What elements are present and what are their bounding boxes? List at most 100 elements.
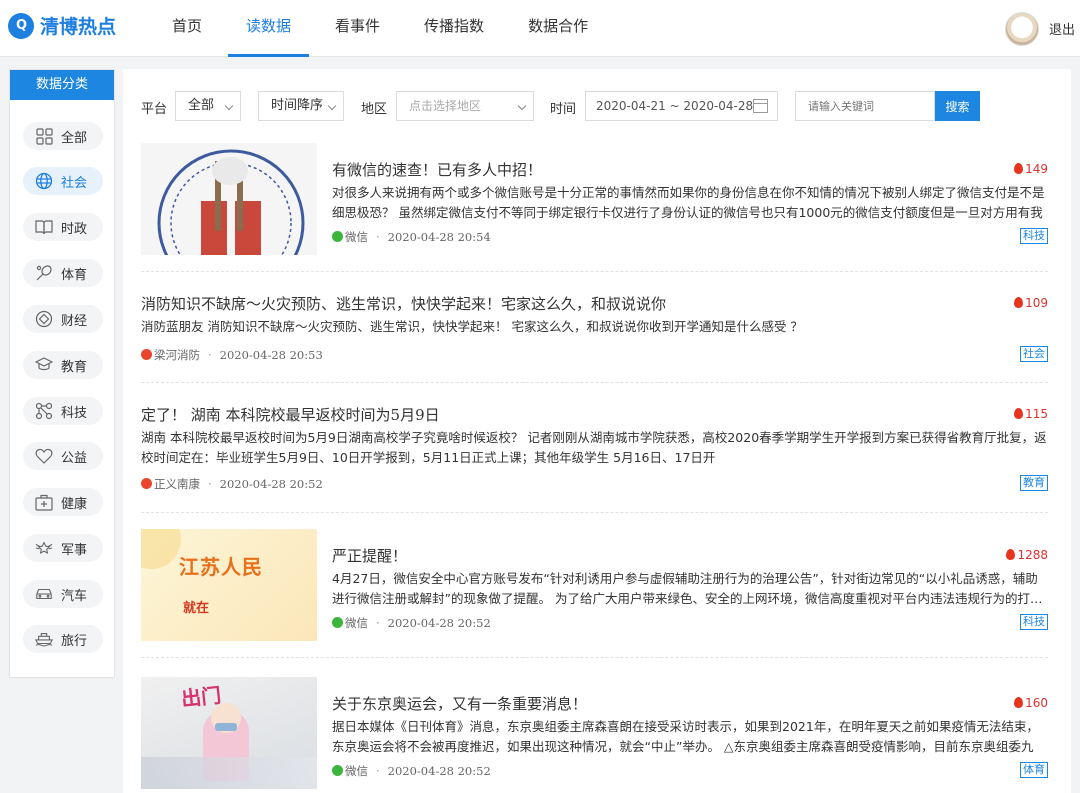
sidebar-item-label: 体育 (61, 267, 88, 283)
sidebar-item-charity[interactable]: 公益 (23, 442, 103, 470)
thumbnail-caption: 就在 (183, 601, 210, 616)
article-title[interactable]: 有微信的速查！已有多人中招！ (332, 159, 542, 180)
sidebar-item-health[interactable]: 健康 (23, 488, 103, 516)
sidebar-item-label: 时政 (61, 221, 88, 237)
article-summary: 对很多人来说拥有两个或多个微信账号是十分正常的事情然而如果你的身份信息在你不知情… (332, 185, 1045, 220)
weibo-icon (141, 478, 152, 489)
article-summary: 湖南 本科院校最早返校时间为5月9日湖南高校学子究竟啥时候返校？ 记者刚刚从湖南… (141, 430, 1047, 465)
sidebar-item-label: 健康 (61, 496, 88, 512)
nav-home[interactable]: 首页 (150, 0, 224, 57)
platform-select[interactable]: 全部 (175, 91, 241, 121)
sidebar-item-label: 科技 (61, 405, 88, 421)
thumbnail-caption: 江苏人民 (179, 555, 263, 579)
logout-link[interactable]: 退出 (1049, 19, 1075, 38)
meta-separator: · (376, 764, 380, 778)
sidebar-item-label: 财经 (61, 313, 88, 329)
medical-kit-icon (35, 493, 53, 511)
article-item[interactable]: 定了！ 湖南 本科院校最早返校时间为5月9日 115 湖南 本科院校最早返校时间… (141, 402, 1048, 502)
flame-icon (1006, 549, 1016, 560)
region-select[interactable]: 点击选择地区 (396, 91, 534, 121)
platform-label: 平台 (141, 102, 168, 117)
search-button[interactable]: 搜索 (935, 91, 980, 121)
article-title[interactable]: 关于东京奥运会，又有一条重要消息！ (332, 693, 587, 714)
sidebar-item-label: 全部 (61, 130, 88, 146)
article-source[interactable]: 微信 (345, 616, 368, 630)
nav-spread-index[interactable]: 传播指数 (402, 0, 506, 57)
racket-icon (35, 264, 53, 282)
chevron-down-icon (517, 101, 527, 111)
flame-icon (1014, 297, 1024, 308)
category-tag[interactable]: 科技 (1020, 614, 1048, 630)
military-badge-icon (35, 539, 53, 557)
article-source[interactable]: 微信 (345, 230, 368, 244)
sidebar-item-military[interactable]: 军事 (23, 534, 103, 562)
book-icon (35, 218, 53, 236)
article-thumbnail[interactable] (141, 143, 317, 255)
avatar[interactable] (1005, 12, 1039, 46)
heat-value: 109 (1025, 296, 1048, 310)
article-time: 2020-04-28 20:52 (219, 477, 323, 491)
sidebar-item-label: 社会 (61, 175, 88, 191)
category-tag[interactable]: 社会 (1020, 346, 1048, 362)
meta-separator: · (208, 477, 212, 491)
platform-select-value: 全部 (188, 98, 215, 113)
article-item[interactable]: 江苏人民 就在 严正提醒！ 1288 4月27日，微信安全中心官方账号发布“针对… (141, 529, 1048, 641)
divider (141, 512, 1048, 513)
article-thumbnail[interactable]: 江苏人民 就在 (141, 529, 317, 641)
article-meta: 正义南康 · 2020-04-28 20:52 (141, 476, 323, 492)
sort-select[interactable]: 时间降序 (258, 91, 344, 121)
sidebar-item-label: 公益 (61, 450, 88, 466)
meta-separator: · (376, 616, 380, 630)
article-title[interactable]: 严正提醒！ (332, 545, 407, 566)
sidebar-item-all[interactable]: 全部 (23, 122, 103, 150)
sidebar-item-tech[interactable]: 科技 (23, 397, 103, 425)
heat-value: 115 (1025, 407, 1048, 421)
heat-count: 115 (1014, 407, 1048, 421)
article-summary: 4月27日，微信安全中心官方账号发布“针对利诱用户参与虚假辅助注册行为的治理公告… (332, 571, 1043, 606)
article-item[interactable]: 有微信的速查！已有多人中招！ 149 对很多人来说拥有两个或多个微信账号是十分正… (141, 143, 1048, 255)
article-title[interactable]: 定了！ 湖南 本科院校最早返校时间为5月9日 (141, 404, 440, 425)
article-item[interactable]: 出门 关于东京奥运会，又有一条重要消息！ 160 据日本媒体《日刊体育》消息，东… (141, 677, 1048, 789)
flame-icon (1014, 408, 1024, 419)
nav-data-cooperation[interactable]: 数据合作 (506, 0, 610, 57)
article-source[interactable]: 正义南康 (154, 477, 200, 491)
article-time: 2020-04-28 20:53 (219, 348, 323, 362)
keyword-search-input[interactable] (795, 91, 935, 121)
sidebar-item-politics[interactable]: 时政 (23, 213, 103, 241)
time-label: 时间 (550, 102, 577, 117)
sidebar-item-sports[interactable]: 体育 (23, 259, 103, 287)
main-content: 平台 全部 时间降序 地区 点击选择地区 时间 2020-04-21 ~ 202… (123, 69, 1071, 793)
meta-separator: · (376, 230, 380, 244)
logo-mark-icon: Q (8, 12, 34, 39)
sidebar-item-education[interactable]: 教育 (23, 351, 103, 379)
sidebar-item-society[interactable]: 社会 (23, 167, 103, 195)
heat-value: 160 (1025, 696, 1048, 710)
date-range-picker[interactable]: 2020-04-21 ~ 2020-04-28 (585, 91, 778, 121)
wechat-icon (332, 765, 343, 776)
logo-text: 清博热点 (40, 16, 117, 38)
category-tag[interactable]: 体育 (1020, 762, 1048, 778)
logo[interactable]: Q 清博热点 (8, 12, 116, 39)
heat-count: 109 (1014, 296, 1048, 310)
sidebar-item-label: 旅行 (61, 633, 88, 649)
article-thumbnail[interactable]: 出门 (141, 677, 317, 789)
nav-events[interactable]: 看事件 (313, 0, 402, 57)
article-source[interactable]: 微信 (345, 764, 368, 778)
nav-read-data[interactable]: 读数据 (224, 0, 313, 57)
calendar-icon (753, 99, 768, 113)
globe-icon (35, 172, 53, 190)
flame-icon (1014, 697, 1024, 708)
filter-bar: 平台 全部 时间降序 地区 点击选择地区 时间 2020-04-21 ~ 202… (123, 91, 1071, 121)
article-source[interactable]: 梁河消防 (154, 348, 200, 362)
sidebar-item-auto[interactable]: 汽车 (23, 580, 103, 608)
sidebar-item-finance[interactable]: 财经 (23, 305, 103, 333)
sidebar-item-travel[interactable]: 旅行 (23, 625, 103, 653)
article-title[interactable]: 消防知识不缺席～火灾预防、逃生常识，快快学起来！宅家这么久，和叔说说你 (141, 293, 666, 314)
article-item[interactable]: 消防知识不缺席～火灾预防、逃生常识，快快学起来！宅家这么久，和叔说说你 109 … (141, 291, 1048, 371)
category-tag[interactable]: 教育 (1020, 475, 1048, 491)
sort-select-value: 时间降序 (271, 98, 324, 113)
category-tag[interactable]: 科技 (1020, 228, 1048, 244)
weibo-icon (141, 349, 152, 360)
car-icon (35, 585, 53, 603)
sidebar-item-label: 汽车 (61, 588, 88, 604)
